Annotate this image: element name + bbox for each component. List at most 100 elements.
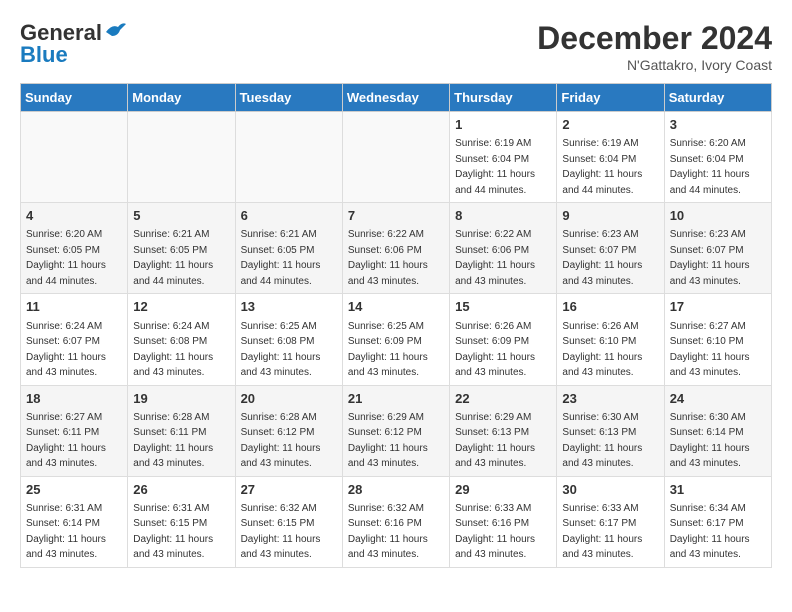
day-info: Sunrise: 6:20 AMSunset: 6:05 PMDaylight:… [26,229,106,287]
table-row [342,112,449,203]
day-info: Sunrise: 6:29 AMSunset: 6:12 PMDaylight:… [348,412,428,470]
title-area: December 2024 N'Gattakro, Ivory Coast [537,20,772,73]
day-number: 23 [562,390,658,408]
day-info: Sunrise: 6:32 AMSunset: 6:15 PMDaylight:… [241,503,321,561]
col-saturday: Saturday [664,84,771,112]
location-text: N'Gattakro, Ivory Coast [537,57,772,73]
calendar-week-row: 1Sunrise: 6:19 AMSunset: 6:04 PMDaylight… [21,112,772,203]
logo-bird-icon [104,22,126,40]
table-row: 15Sunrise: 6:26 AMSunset: 6:09 PMDayligh… [450,294,557,385]
col-tuesday: Tuesday [235,84,342,112]
day-info: Sunrise: 6:21 AMSunset: 6:05 PMDaylight:… [241,229,321,287]
calendar-header-row: Sunday Monday Tuesday Wednesday Thursday… [21,84,772,112]
day-number: 31 [670,481,766,499]
table-row: 30 Sunrise: 6:33 AMSunset: 6:17 PMDayligh… [557,476,664,567]
day-info: Sunrise: 6:28 AMSunset: 6:12 PMDaylight:… [241,412,321,470]
day-number: 26 [133,481,229,499]
day-info: Sunrise: 6:26 AMSunset: 6:09 PMDaylight:… [455,321,535,379]
day-number: 5 [133,207,229,225]
day-info: Sunrise: 6:30 AMSunset: 6:14 PMDaylight:… [670,412,750,470]
day-number: 17 [670,298,766,316]
logo: General Blue [20,20,126,68]
table-row: 20 Sunrise: 6:28 AMSunset: 6:12 PMDayligh… [235,385,342,476]
day-info: Sunrise: 6:19 AMSunset: 6:04 PMDaylight:… [562,138,642,196]
day-number: 16 [562,298,658,316]
day-number: 14 [348,298,444,316]
day-number: 2 [562,116,658,134]
day-number: 22 [455,390,551,408]
table-row: 25 Sunrise: 6:31 AMSunset: 6:14 PMDayligh… [21,476,128,567]
table-row: 4Sunrise: 6:20 AMSunset: 6:05 PMDaylight… [21,203,128,294]
day-number: 27 [241,481,337,499]
day-info: Sunrise: 6:33 AMSunset: 6:16 PMDaylight:… [455,503,535,561]
day-info: Sunrise: 6:29 AMSunset: 6:13 PMDaylight:… [455,412,535,470]
day-info: Sunrise: 6:25 AMSunset: 6:08 PMDaylight:… [241,321,321,379]
calendar-table: Sunday Monday Tuesday Wednesday Thursday… [20,83,772,568]
table-row: 23 Sunrise: 6:30 AMSunset: 6:13 PMDayligh… [557,385,664,476]
page-header: General Blue December 2024 N'Gattakro, I… [20,20,772,73]
table-row: 19 Sunrise: 6:28 AMSunset: 6:11 PMDayligh… [128,385,235,476]
day-info: Sunrise: 6:23 AMSunset: 6:07 PMDaylight:… [670,229,750,287]
day-info: Sunrise: 6:20 AMSunset: 6:04 PMDaylight:… [670,138,750,196]
table-row: 29 Sunrise: 6:33 AMSunset: 6:16 PMDayligh… [450,476,557,567]
day-number: 7 [348,207,444,225]
day-info: Sunrise: 6:21 AMSunset: 6:05 PMDaylight:… [133,229,213,287]
col-friday: Friday [557,84,664,112]
day-info: Sunrise: 6:25 AMSunset: 6:09 PMDaylight:… [348,321,428,379]
table-row: 18 Sunrise: 6:27 AMSunset: 6:11 PMDayligh… [21,385,128,476]
calendar-week-row: 4Sunrise: 6:20 AMSunset: 6:05 PMDaylight… [21,203,772,294]
table-row: 12Sunrise: 6:24 AMSunset: 6:08 PMDayligh… [128,294,235,385]
table-row: 14 Sunrise: 6:25 AMSunset: 6:09 PMDayligh… [342,294,449,385]
day-number: 11 [26,298,122,316]
day-info: Sunrise: 6:31 AMSunset: 6:14 PMDaylight:… [26,503,106,561]
day-info: Sunrise: 6:22 AMSunset: 6:06 PMDaylight:… [455,229,535,287]
day-info: Sunrise: 6:32 AMSunset: 6:16 PMDaylight:… [348,503,428,561]
day-number: 19 [133,390,229,408]
table-row: 1Sunrise: 6:19 AMSunset: 6:04 PMDaylight… [450,112,557,203]
calendar-week-row: 25 Sunrise: 6:31 AMSunset: 6:14 PMDayligh… [21,476,772,567]
day-info: Sunrise: 6:27 AMSunset: 6:11 PMDaylight:… [26,412,106,470]
table-row: 31Sunrise: 6:34 AMSunset: 6:17 PMDayligh… [664,476,771,567]
day-info: Sunrise: 6:19 AMSunset: 6:04 PMDaylight:… [455,138,535,196]
table-row: 26 Sunrise: 6:31 AMSunset: 6:15 PMDayligh… [128,476,235,567]
logo-blue-text: Blue [20,42,68,68]
table-row: 27 Sunrise: 6:32 AMSunset: 6:15 PMDayligh… [235,476,342,567]
table-row: 17 Sunrise: 6:27 AMSunset: 6:10 PMDayligh… [664,294,771,385]
day-number: 20 [241,390,337,408]
table-row: 22 Sunrise: 6:29 AMSunset: 6:13 PMDayligh… [450,385,557,476]
table-row: 9 Sunrise: 6:23 AMSunset: 6:07 PMDaylight… [557,203,664,294]
day-info: Sunrise: 6:28 AMSunset: 6:11 PMDaylight:… [133,412,213,470]
table-row: 8Sunrise: 6:22 AMSunset: 6:06 PMDaylight… [450,203,557,294]
table-row: 7 Sunrise: 6:22 AMSunset: 6:06 PMDaylight… [342,203,449,294]
day-number: 12 [133,298,229,316]
table-row: 2 Sunrise: 6:19 AMSunset: 6:04 PMDaylight… [557,112,664,203]
day-number: 21 [348,390,444,408]
day-info: Sunrise: 6:33 AMSunset: 6:17 PMDaylight:… [562,503,642,561]
col-wednesday: Wednesday [342,84,449,112]
day-info: Sunrise: 6:22 AMSunset: 6:06 PMDaylight:… [348,229,428,287]
day-number: 24 [670,390,766,408]
day-number: 30 [562,481,658,499]
table-row: 5 Sunrise: 6:21 AMSunset: 6:05 PMDaylight… [128,203,235,294]
table-row: 24 Sunrise: 6:30 AMSunset: 6:14 PMDayligh… [664,385,771,476]
day-number: 28 [348,481,444,499]
day-number: 6 [241,207,337,225]
day-info: Sunrise: 6:27 AMSunset: 6:10 PMDaylight:… [670,321,750,379]
day-number: 10 [670,207,766,225]
day-number: 13 [241,298,337,316]
day-number: 25 [26,481,122,499]
col-thursday: Thursday [450,84,557,112]
day-number: 18 [26,390,122,408]
day-info: Sunrise: 6:31 AMSunset: 6:15 PMDaylight:… [133,503,213,561]
table-row [21,112,128,203]
table-row [235,112,342,203]
day-number: 29 [455,481,551,499]
day-number: 9 [562,207,658,225]
table-row: 3 Sunrise: 6:20 AMSunset: 6:04 PMDaylight… [664,112,771,203]
table-row: 21 Sunrise: 6:29 AMSunset: 6:12 PMDayligh… [342,385,449,476]
calendar-week-row: 11Sunrise: 6:24 AMSunset: 6:07 PMDayligh… [21,294,772,385]
table-row: 13 Sunrise: 6:25 AMSunset: 6:08 PMDayligh… [235,294,342,385]
day-number: 3 [670,116,766,134]
day-info: Sunrise: 6:23 AMSunset: 6:07 PMDaylight:… [562,229,642,287]
day-info: Sunrise: 6:30 AMSunset: 6:13 PMDaylight:… [562,412,642,470]
